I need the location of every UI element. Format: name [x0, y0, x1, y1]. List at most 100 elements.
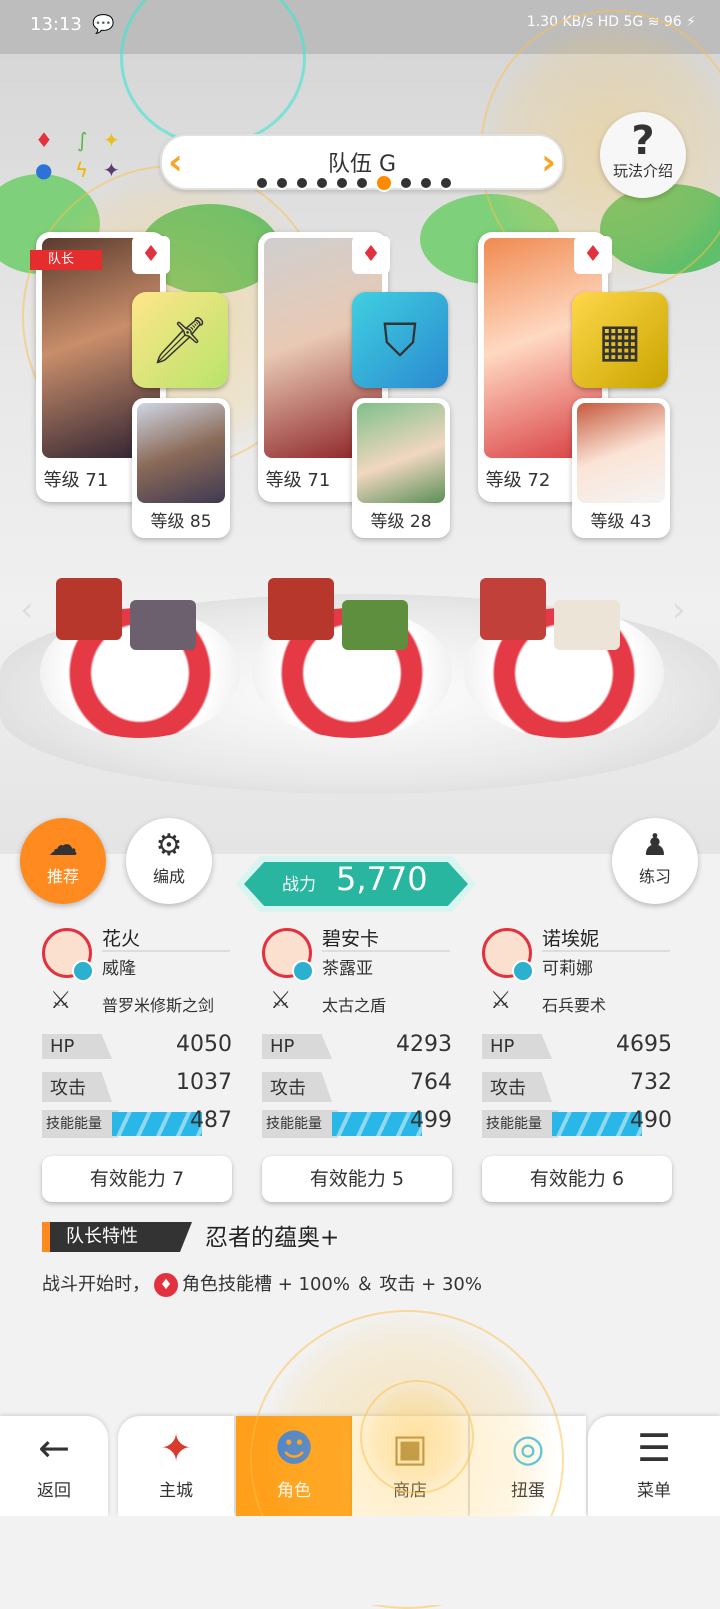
element-light-icon: ✦ [103, 128, 120, 152]
energy-bar [112, 1112, 202, 1136]
character-level: 等级 71 [43, 470, 109, 491]
class-badge-icon [72, 960, 94, 982]
page-dot[interactable] [399, 176, 413, 190]
leader-tag: 队长 [30, 250, 102, 270]
partner-portrait [577, 403, 665, 503]
help-button[interactable]: ? 玩法介绍 [600, 112, 686, 198]
page-dot[interactable] [419, 176, 433, 190]
sprite-block [554, 600, 620, 650]
page-dot[interactable] [315, 176, 329, 190]
page-dot[interactable] [439, 176, 453, 190]
trait-desc-suffix: 角色技能槽 + 100% ＆ 攻击 + 30% [182, 1274, 482, 1295]
energy-tag: 技能能量 [482, 1110, 558, 1138]
team-title: 队伍 G [327, 152, 397, 177]
recommend-icon: ☁ [48, 828, 78, 863]
sprite-block [56, 578, 122, 640]
element-red-icon: ♦ [35, 128, 53, 152]
partner-name: 威隆 [102, 959, 136, 979]
stone-tablet-icon[interactable]: ▦ [572, 292, 668, 388]
page-dot[interactable] [275, 176, 289, 190]
divider [322, 950, 450, 952]
menu-icon: ☰ [636, 1426, 672, 1470]
character-name: 碧安卡 [322, 928, 380, 950]
recommend-button[interactable]: ☁ 推荐 [20, 818, 106, 904]
sword-icon[interactable]: 🗡 [132, 292, 228, 388]
page-dot[interactable] [355, 176, 369, 190]
hp-tag: HP [262, 1034, 332, 1059]
team-page-dots [255, 174, 453, 192]
effective-ability-button[interactable]: 有效能力 6 [482, 1156, 672, 1202]
highlight-ring [360, 1380, 474, 1494]
element-dark-icon: ✦ [103, 158, 120, 182]
attack-tag: 攻击 [482, 1072, 552, 1102]
attack-value: 1037 [176, 1070, 232, 1095]
element-fire-icon: ♦ [154, 1273, 178, 1297]
nav-castle[interactable]: ✦ 主城 [118, 1416, 234, 1516]
formation-button[interactable]: ⚙ 编成 [126, 818, 212, 904]
energy-tag: 技能能量 [42, 1110, 118, 1138]
effective-ability-button[interactable]: 有效能力 7 [42, 1156, 232, 1202]
divider [102, 950, 230, 952]
charging-icon: ⚡ [686, 14, 696, 30]
attack-value: 732 [630, 1070, 672, 1095]
person-gear-icon: ⚙ [155, 828, 183, 863]
page-dot[interactable] [255, 176, 269, 190]
skill-energy: 技能能量 490 [482, 1108, 672, 1138]
nav-label: 主城 [159, 1481, 193, 1501]
character-level: 等级 72 [485, 470, 551, 491]
energy-bar [332, 1112, 422, 1136]
page-dot-active[interactable] [375, 174, 393, 192]
weapon-icon: ⚔ [270, 986, 292, 1014]
training-dummy-icon: ♟ [641, 828, 669, 863]
trait-desc-prefix: 战斗开始时， [42, 1274, 150, 1295]
element-yellow-icon: ϟ [75, 158, 89, 182]
element-cycle-chart[interactable]: ♦ ∫ ✦ ● ϟ ✦ [35, 128, 135, 188]
chat-icon: 💬 [92, 14, 115, 35]
hp-value: 4050 [176, 1032, 232, 1057]
chevron-right-icon[interactable]: › [541, 142, 556, 183]
element-green-icon: ∫ [77, 128, 88, 152]
skill-energy: 技能能量 499 [262, 1108, 452, 1138]
practice-button[interactable]: ♟ 练习 [612, 818, 698, 904]
partner-name: 可莉娜 [542, 959, 593, 979]
partner-level: 等级 28 [370, 512, 432, 532]
weapon-name: 普罗米修斯之剑 [102, 996, 215, 1015]
element-fire-icon: ♦ [574, 236, 612, 274]
sprite-block [268, 578, 334, 640]
partner-portrait [137, 403, 225, 503]
partner-card-1[interactable]: 等级 85 [132, 398, 230, 538]
partner-portrait [357, 403, 445, 503]
leader-trait-name: 忍者的蕴奥+ [205, 1225, 340, 1251]
nav-back[interactable]: ← 返回 [0, 1416, 108, 1516]
shield-icon[interactable]: ⛉ [352, 292, 448, 388]
weapon-icon: ⚔ [490, 986, 512, 1014]
weapon-name: 石兵要术 [542, 996, 607, 1015]
practice-label: 练习 [638, 867, 671, 886]
sprite-block [480, 578, 546, 640]
element-fire-icon: ♦ [352, 236, 390, 274]
partner-card-3[interactable]: 等级 43 [572, 398, 670, 538]
weapon-icon: ⚔ [50, 986, 72, 1014]
power-label: 战力 [282, 875, 316, 895]
character-name: 花火 [102, 928, 141, 950]
hp-value: 4695 [616, 1032, 672, 1057]
page-dot[interactable] [335, 176, 349, 190]
divider [542, 950, 670, 952]
castle-icon: ✦ [160, 1426, 192, 1470]
energy-value: 499 [410, 1108, 452, 1133]
partner-level: 等级 43 [590, 512, 652, 532]
nav-label: 返回 [37, 1481, 71, 1501]
status-time: 13:13 [30, 14, 82, 35]
leader-trait-desc: 战斗开始时， ♦ 角色技能槽 + 100% ＆ 攻击 + 30% [42, 1270, 482, 1297]
element-blue-icon: ● [35, 158, 53, 182]
sprite-block [130, 600, 196, 650]
page-dot[interactable] [295, 176, 309, 190]
energy-value: 487 [190, 1108, 232, 1133]
character-level: 等级 71 [265, 470, 331, 491]
partner-card-2[interactable]: 等级 28 [352, 398, 450, 538]
nav-menu[interactable]: ☰ 菜单 [588, 1416, 720, 1516]
effective-ability-button[interactable]: 有效能力 5 [262, 1156, 452, 1202]
class-badge-icon [512, 960, 534, 982]
attack-tag: 攻击 [42, 1072, 112, 1102]
weapon-name: 太古之盾 [322, 996, 387, 1015]
